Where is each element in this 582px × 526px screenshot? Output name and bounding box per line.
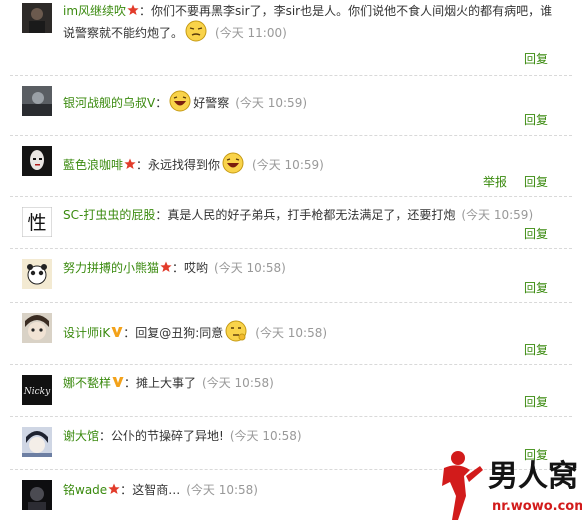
- laugh-emoticon-icon: [169, 90, 191, 112]
- divider: [10, 196, 572, 197]
- reply-link[interactable]: 回复: [524, 173, 548, 190]
- username-link[interactable]: 设计师iK: [63, 326, 110, 340]
- timestamp: (今天 10:59): [235, 96, 308, 110]
- figure-logo-icon: [442, 451, 483, 520]
- laugh-emoticon-icon: [222, 152, 244, 174]
- comment-body: im风继续吹 ：你们不要再黑李sir了，李sir也是人。你们说他不食人间烟火的都有…: [63, 4, 553, 42]
- reply-link[interactable]: 回复: [524, 393, 548, 410]
- member-star-icon: [124, 158, 136, 169]
- comment-text: 好警察: [193, 96, 230, 110]
- timestamp: (今天 10:59): [252, 158, 324, 172]
- avatar[interactable]: [22, 86, 52, 116]
- avatar[interactable]: [22, 427, 52, 457]
- avatar[interactable]: 性: [22, 207, 52, 237]
- divider: [10, 416, 572, 417]
- watermark-title: 男人窝: [488, 459, 578, 494]
- timestamp: (今天 10:58): [214, 261, 286, 275]
- username-link[interactable]: im风继续吹: [63, 4, 126, 18]
- reply-link[interactable]: 回复: [524, 225, 548, 242]
- divider: [10, 248, 572, 249]
- svg-text:Nicky: Nicky: [23, 387, 51, 397]
- comment-text: 真是人民的好子弟兵，打手枪都无法满足了，还要打炮: [167, 208, 456, 222]
- timestamp: (今天 10:59): [461, 208, 534, 222]
- verified-v-icon: [111, 327, 123, 337]
- avatar[interactable]: [22, 146, 52, 176]
- comment-text: 永远找得到你: [148, 158, 221, 172]
- comment-body: 娜不甃样 ：摊上大事了 (今天 10:58): [63, 376, 274, 390]
- timestamp: (今天 10:58): [202, 376, 274, 390]
- avatar[interactable]: [22, 259, 52, 289]
- username-link[interactable]: 娜不甃样: [63, 376, 111, 390]
- comment-text: 回复@丑狗:同意: [135, 326, 224, 340]
- report-link[interactable]: 举报: [483, 173, 507, 190]
- comment-body: 藍色浪咖啡 ：永远找得到你 (今天 10:59): [63, 152, 572, 174]
- comment-body: 设计师iK ：回复@丑狗:同意 (今天 10:58): [63, 320, 572, 342]
- avatar[interactable]: [22, 480, 52, 510]
- reply-link[interactable]: 回复: [524, 279, 548, 296]
- username-link[interactable]: 谢大馆: [63, 429, 99, 443]
- reply-link[interactable]: 回复: [524, 111, 548, 128]
- comment-body: SC-打虫虫的屁股：真是人民的好子弟兵，打手枪都无法满足了，还要打炮 (今天 10…: [63, 208, 534, 222]
- divider: [10, 364, 572, 365]
- timestamp: (今天 11:00): [215, 26, 287, 40]
- svg-text:性: 性: [27, 212, 46, 234]
- watermark-url: nr.wowo.com: [492, 499, 582, 514]
- think-emoticon-icon: [225, 320, 247, 342]
- timestamp: (今天 10:58): [229, 429, 302, 443]
- username-link[interactable]: 努力拼搏的小熊猫: [63, 261, 159, 275]
- divider: [10, 75, 572, 76]
- reply-link[interactable]: 回复: [524, 50, 548, 67]
- username-link[interactable]: 铭wade: [63, 483, 107, 497]
- comment-body: 谢大馆：公仆的节操碎了异地! (今天 10:58): [63, 429, 302, 443]
- comment-text: 摊上大事了: [136, 376, 197, 390]
- comment-body: 银河战舰的乌叔V： 好警察 (今天 10:59): [63, 90, 572, 112]
- timestamp: (今天 10:58): [186, 483, 258, 497]
- username-link[interactable]: 藍色浪咖啡: [63, 158, 123, 172]
- timestamp: (今天 10:58): [255, 326, 328, 340]
- username-link[interactable]: 银河战舰的乌叔V: [63, 96, 155, 110]
- member-star-icon: [127, 4, 139, 15]
- avatar[interactable]: Nicky: [22, 375, 52, 405]
- avatar[interactable]: [22, 313, 52, 343]
- comment-text: 这智商…: [132, 483, 181, 497]
- smirk-emoticon-icon: [185, 20, 207, 42]
- watermark-logo: 男人窝 nr.wowo.com: [436, 446, 582, 523]
- username-link[interactable]: SC-打虫虫的屁股: [63, 208, 155, 222]
- member-star-icon: [160, 261, 172, 272]
- divider: [10, 135, 572, 136]
- member-star-icon: [108, 483, 120, 494]
- verified-v-icon: [112, 377, 124, 387]
- reply-link[interactable]: 回复: [524, 341, 548, 358]
- comment-text: 公仆的节操碎了异地!: [111, 429, 224, 443]
- comment-text: 哎哟: [184, 261, 209, 275]
- avatar[interactable]: [22, 3, 52, 33]
- divider: [10, 302, 572, 303]
- comment-body: 努力拼搏的小熊猫 ：哎哟 (今天 10:58): [63, 261, 286, 275]
